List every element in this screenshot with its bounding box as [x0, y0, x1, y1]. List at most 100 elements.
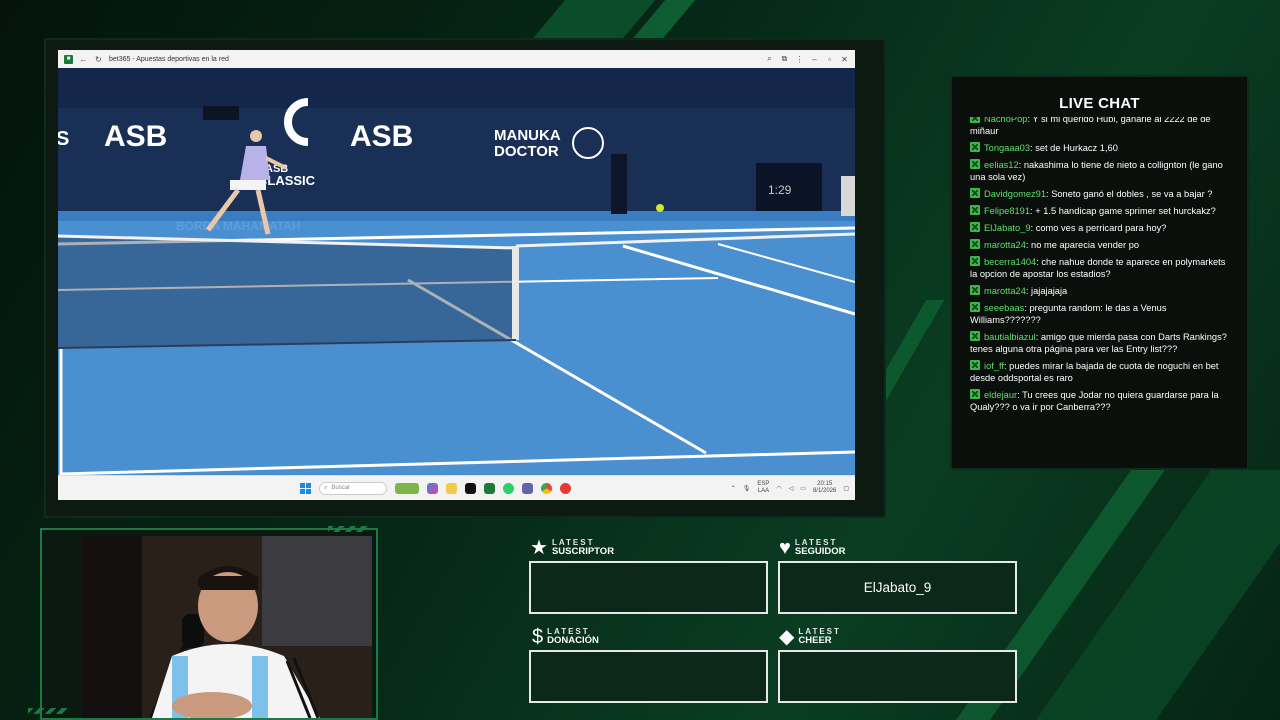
chat-username[interactable]: ElJabato_9 [984, 223, 1031, 233]
live-chat-panel: LIVE CHAT NachoPop: Y si mi querido Hubi… [950, 75, 1249, 470]
whatsapp-icon[interactable] [503, 482, 514, 494]
chat-message: becerra1404: che nahue donde te aparece … [970, 256, 1226, 279]
browser-titlebar: ■ ← ↻ bet365 - Apuestas deportivas en la… [58, 50, 855, 68]
bet365-favicon-icon: ■ [64, 54, 73, 64]
sponsor-line-1: MANUKA [494, 127, 561, 144]
chat-username[interactable]: eldejaur [984, 390, 1017, 400]
copilot-icon[interactable] [427, 482, 438, 494]
chat-message: eelias12: nakashima lo tiene de nieto a … [970, 159, 1223, 182]
chat-badge-icon [970, 205, 980, 215]
chat-badge-icon [970, 159, 980, 169]
language-indicator[interactable]: ESP LAA [757, 481, 769, 495]
chat-message: marotta24: jajajajaja [970, 285, 1234, 297]
extensions-icon[interactable]: ⧉ [780, 54, 789, 64]
chat-badge-icon [970, 239, 980, 249]
chat-username[interactable]: Davidgomez91 [984, 189, 1046, 199]
court-banner-text: BORDA MAHAMATAH [176, 219, 300, 233]
restore-button[interactable]: ▫ [825, 55, 834, 64]
chat-username[interactable]: marotta24 [984, 286, 1026, 296]
bet365-app-icon[interactable] [484, 482, 495, 494]
latest-seguidor-box: ElJabato_9 [778, 561, 1017, 614]
chat-message: NachoPop: Y si mi querido Hubi, ganarle … [970, 117, 1234, 137]
diamond-icon: ◆ [779, 626, 795, 648]
heart-icon: ♥ [779, 537, 791, 559]
chat-message: iof_ff: puedes mirar la bajada de cuota … [970, 360, 1219, 383]
battery-icon[interactable]: ▭ [800, 485, 806, 492]
ball-kid [841, 176, 855, 216]
chat-username[interactable]: becerra1404 [984, 257, 1036, 267]
svg-text:1:29: 1:29 [768, 183, 792, 197]
reload-icon[interactable]: ↻ [94, 55, 103, 64]
tennis-ball [656, 204, 664, 212]
tennis-video[interactable]: S ASB ASB ASB CLASSIC MANUKA DOCTOR 1:29 [58, 68, 855, 475]
chat-username[interactable]: Tongaaa03 [984, 143, 1030, 153]
chat-text: como ves a perricard para hoy? [1035, 223, 1167, 233]
clock[interactable]: 20:15 8/1/2026 [813, 481, 836, 495]
chat-text: + 1.5 handicap game sprimer set hurckakz… [1035, 206, 1216, 216]
chat-message: seeebaas: pregunta random: le das a Venu… [970, 302, 1167, 325]
chat-username[interactable]: NachoPop [984, 117, 1027, 124]
chat-message: Felipe8191: + 1.5 handicap game sprimer … [970, 205, 1234, 217]
chat-username[interactable]: eelias12 [984, 160, 1019, 170]
chat-badge-icon [970, 285, 980, 295]
chat-badge-icon [970, 360, 980, 370]
system-tray: ⌃ 🎙 ESP LAA ◠ ◁ ▭ 20:15 8/1/2026 ▢ [731, 481, 849, 495]
chat-badge-icon [970, 222, 980, 232]
chat-message: bautialbiazul: amigo que mierda pasa con… [970, 331, 1227, 354]
wifi-icon[interactable]: ◠ [776, 485, 781, 492]
chat-username[interactable]: Felipe8191 [984, 206, 1030, 216]
banner-partial-text: S [58, 128, 69, 150]
teams-icon[interactable] [522, 482, 533, 494]
latest-cheer-box [778, 650, 1017, 703]
minimize-button[interactable]: – [810, 55, 819, 64]
more-menu-icon[interactable]: ⋮ [795, 55, 804, 64]
latest-seguidor-header: ♥ LATEST SEGUIDOR [779, 537, 846, 559]
webcam-frame [28, 526, 378, 720]
windows-start-icon[interactable] [300, 482, 311, 494]
chat-message: marotta24: no me aparecia vender po [970, 239, 1234, 251]
microphone-icon[interactable]: 🎙 [743, 485, 751, 492]
chat-message: ElJabato_9: como ves a perricard para ho… [970, 222, 1234, 234]
chat-badge-icon [970, 142, 980, 152]
chat-username[interactable]: seeebaas [984, 303, 1024, 313]
chat-message: eldejaur: Tu crees que Jodar no quiera g… [970, 389, 1219, 412]
browser-window: ■ ← ↻ bet365 - Apuestas deportivas en la… [58, 50, 855, 500]
windows-taskbar: ⌕ Buscar ⌃ 🎙 ESP LAA ◠ ◁ ▭ 20:15 8/1/202… [58, 475, 855, 500]
close-button[interactable]: ✕ [840, 55, 849, 64]
chat-text: Soneto ganó el dobles , se va a bajar ? [1051, 189, 1213, 199]
screen-capture-frame: ■ ← ↻ bet365 - Apuestas deportivas en la… [44, 38, 886, 518]
live-chat-title: LIVE CHAT [1059, 95, 1140, 112]
volume-icon[interactable]: ◁ [789, 485, 794, 492]
chat-badge-icon [970, 256, 980, 266]
chat-badge-icon [970, 302, 980, 312]
chat-text: no me aparecia vender po [1031, 240, 1140, 250]
chat-badge-icon [970, 389, 980, 399]
chat-messages[interactable]: NachoPop: Y si mi querido Hubi, ganarle … [970, 117, 1234, 452]
search-icon: ⌕ [324, 484, 328, 491]
chrome-icon[interactable] [541, 482, 552, 494]
tab-title: bet365 - Apuestas deportivas en la red [109, 55, 229, 63]
notifications-icon[interactable]: ▢ [843, 485, 849, 492]
opera-icon[interactable] [560, 482, 571, 494]
chat-username[interactable]: bautialbiazul [984, 332, 1036, 342]
chat-badge-icon [970, 331, 980, 341]
latest-suscriptor-header: ★ LATEST SUSCRIPTOR [530, 537, 615, 559]
latest-cheer-header: ◆ LATEST CHEER [779, 626, 841, 648]
chat-text: jajajajaja [1031, 286, 1068, 296]
chat-username[interactable]: marotta24 [984, 240, 1026, 250]
chat-message: Davidgomez91: Soneto ganó el dobles , se… [970, 188, 1234, 200]
chat-text: set de Hurkacz 1,60 [1035, 143, 1118, 153]
taskbar-search[interactable]: ⌕ Buscar [319, 481, 387, 495]
widgets-icon[interactable] [395, 482, 419, 494]
chat-username[interactable]: iof_ff [984, 361, 1004, 371]
banner-asb-2: ASB [350, 120, 413, 153]
chevron-up-icon[interactable]: ⌃ [731, 485, 736, 492]
tiktok-icon[interactable] [465, 482, 476, 494]
dollar-icon: $ [532, 626, 544, 648]
chat-badge-icon [970, 188, 980, 198]
zoom-icon[interactable]: ⌕ [765, 54, 774, 64]
file-explorer-icon[interactable] [446, 482, 457, 494]
back-arrow-icon[interactable]: ← [79, 55, 88, 64]
chat-message: Tongaaa03: set de Hurkacz 1,60 [970, 142, 1234, 154]
star-icon: ★ [530, 537, 548, 559]
